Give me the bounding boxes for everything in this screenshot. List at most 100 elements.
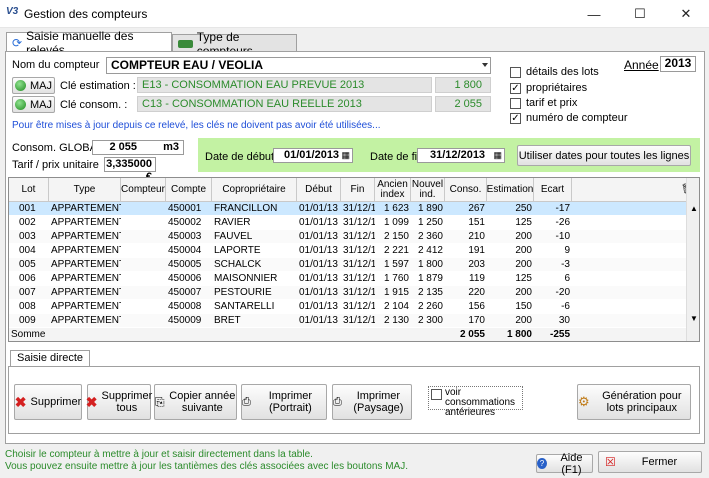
tab-saisie-directe[interactable]: Saisie directe [10,350,91,367]
table-cell[interactable]: 1 597 [375,258,411,271]
table-cell[interactable]: -6 [534,300,572,313]
col-header-debut[interactable]: Début [297,178,341,202]
table-cell[interactable]: PESTOURIE [212,286,297,299]
table-cell[interactable]: 009 [9,314,49,327]
annee-input[interactable]: 2013 [660,56,696,72]
table-cell[interactable]: APPARTEMENT [49,244,121,257]
aide-button[interactable]: ? Aide (F1) [536,452,593,476]
checkbox[interactable] [510,98,521,109]
table-cell[interactable]: 151 [445,216,487,229]
table-cell[interactable]: SCHALCK [212,258,297,271]
table-cell[interactable]: 01/01/13 [297,230,341,243]
table-cell[interactable]: 31/12/13 [341,258,375,271]
generation-lots-button[interactable]: ⚙ Génération pour lots principaux [577,384,691,420]
table-cell[interactable] [121,314,166,327]
table-cell[interactable]: 9 [534,244,572,257]
table-cell[interactable]: 2 300 [411,314,445,327]
table-cell[interactable]: 200 [487,258,534,271]
table-cell[interactable]: MAISONNIER [212,272,297,285]
table-cell[interactable]: 200 [487,314,534,327]
table-cell[interactable]: 31/12/13 [341,272,375,285]
table-cell[interactable]: 1 890 [411,202,445,215]
fermer-button[interactable]: ☒ Fermer [598,451,702,473]
table-cell[interactable]: 2 150 [375,230,411,243]
table-cell[interactable]: 01/01/13 [297,286,341,299]
table-cell[interactable]: LAPORTE [212,244,297,257]
table-cell[interactable]: APPARTEMENT [49,230,121,243]
table-row[interactable]: 002 APPARTEMENT 450002 RAVIER 01/01/13 31/12/… [9,216,686,229]
table-cell[interactable]: 119 [445,272,487,285]
table-cell[interactable]: 450005 [166,258,212,271]
table-cell[interactable]: 210 [445,230,487,243]
table-cell[interactable]: 01/01/13 [297,272,341,285]
table-cell[interactable] [121,272,166,285]
table-cell[interactable]: 31/12/13 [341,286,375,299]
table-cell[interactable]: 1 250 [411,216,445,229]
table-cell[interactable]: 007 [9,286,49,299]
scroll-down-icon[interactable]: ▼ [690,314,698,323]
table-cell[interactable] [121,216,166,229]
minimize-button[interactable]: — [571,0,617,28]
table-cell[interactable]: 2 360 [411,230,445,243]
supprimer-button[interactable]: ✖ Supprimer [14,384,82,420]
table-cell[interactable]: APPARTEMENT [49,202,121,215]
table-cell[interactable]: 31/12/13 [341,230,375,243]
calendar-icon[interactable]: ▦ [341,149,350,162]
col-header-compteur[interactable]: Compteur [121,178,166,202]
table-cell[interactable]: 450006 [166,272,212,285]
voir-consommations-option[interactable]: voir consommations antérieures [428,386,523,418]
maj-estimation-button[interactable]: MAJ [12,77,55,94]
col-header-ecart[interactable]: Ecart [534,178,572,202]
table-cell[interactable]: 200 [487,286,534,299]
table-cell[interactable]: APPARTEMENT [49,286,121,299]
compteur-select[interactable]: COMPTEUR EAU / VEOLIA [106,57,491,74]
table-cell[interactable]: 006 [9,272,49,285]
table-cell[interactable]: 001 [9,202,49,215]
col-header-estimation[interactable]: Estimation [487,178,534,202]
table-cell[interactable]: 01/01/13 [297,244,341,257]
copier-annee-button[interactable]: ⎘ Copier année suivante [154,384,237,420]
close-button[interactable]: ✕ [663,0,709,28]
table-cell[interactable]: 01/01/13 [297,314,341,327]
table-cell[interactable]: 1 099 [375,216,411,229]
table-cell[interactable]: 1 915 [375,286,411,299]
table-cell[interactable]: 01/01/13 [297,300,341,313]
table-cell[interactable] [121,230,166,243]
table-cell[interactable]: 6 [534,272,572,285]
table-cell[interactable]: FAUVEL [212,230,297,243]
table-cell[interactable]: 220 [445,286,487,299]
checkbox[interactable]: ✓ [510,83,521,94]
table-cell[interactable]: 31/12/13 [341,244,375,257]
table-cell[interactable]: 01/01/13 [297,202,341,215]
table-cell[interactable]: 250 [487,202,534,215]
table-cell[interactable]: 156 [445,300,487,313]
table-cell[interactable] [121,244,166,257]
table-cell[interactable]: APPARTEMENT [49,272,121,285]
col-header-lot[interactable]: Lot [9,178,49,202]
table-cell[interactable]: APPARTEMENT [49,314,121,327]
tarif-field[interactable]: 3,335000 € [104,157,156,183]
table-cell[interactable]: 1 800 [411,258,445,271]
table-row[interactable]: 007 APPARTEMENT 450007 PESTOURIE 01/01/13 31/… [9,286,686,299]
table-cell[interactable]: 267 [445,202,487,215]
table-cell[interactable]: 450002 [166,216,212,229]
table-cell[interactable]: 125 [487,272,534,285]
table-cell[interactable]: -20 [534,286,572,299]
col-header-coproprietaire[interactable]: Copropriétaire [212,178,297,202]
table-cell[interactable]: 450004 [166,244,212,257]
table-cell[interactable]: 150 [487,300,534,313]
apply-dates-button[interactable]: Utiliser dates pour toutes les lignes [517,145,691,166]
col-header-ancien-index[interactable]: Ancien index [375,178,411,202]
col-header-nouvel-index[interactable]: Nouvel ind. [411,178,445,202]
checkbox[interactable] [431,389,442,400]
table-cell[interactable]: 008 [9,300,49,313]
table-cell[interactable]: 005 [9,258,49,271]
table-cell[interactable]: 203 [445,258,487,271]
imprimer-paysage-button[interactable]: ⎙ Imprimer (Paysage) [332,384,412,420]
table-cell[interactable]: -3 [534,258,572,271]
table-cell[interactable]: -26 [534,216,572,229]
table-cell[interactable]: 2 221 [375,244,411,257]
table-row[interactable]: 003 APPARTEMENT 450003 FAUVEL 01/01/13 31/12/… [9,230,686,243]
table-cell[interactable]: 450001 [166,202,212,215]
table-row[interactable]: 005 APPARTEMENT 450005 SCHALCK 01/01/13 31/12… [9,258,686,271]
